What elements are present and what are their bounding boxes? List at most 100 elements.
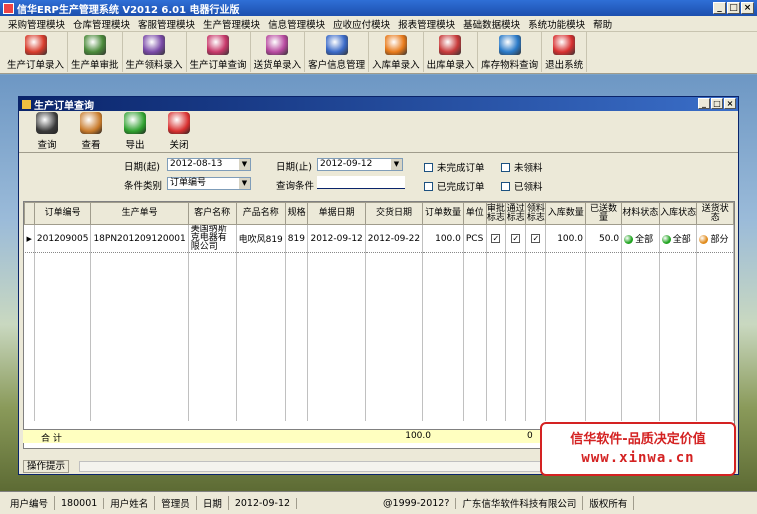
cell-customer[interactable]: 美国纳斯克电器有限公司 [188,224,237,253]
cell-in-qty[interactable]: 100.0 [545,224,586,253]
column-header[interactable]: 规格 [284,202,309,225]
menu-system[interactable]: 系统功能模块 [524,17,589,31]
date-start-picker[interactable]: 2012-08-13 ▼ [167,158,251,171]
empty-cell [422,252,464,421]
column-header[interactable]: 客户名称 [187,202,237,225]
finished-order-checkbox[interactable]: 已完成订单 [424,179,485,193]
date-end-picker[interactable]: 2012-09-12 ▼ [317,158,403,171]
toolbar-button-7[interactable]: 出库单录入 [424,32,479,72]
empty-cell [90,252,189,421]
rights: 版权所有 [583,496,635,510]
cell-passed[interactable]: ✓ [505,224,527,253]
menu-customer-service[interactable]: 客服管理模块 [134,17,199,31]
cell-qty[interactable]: 100.0 [422,224,464,253]
menu-help[interactable]: 帮助 [589,17,616,31]
empty-cell [659,252,698,421]
picked-checkbox[interactable]: 已领料 [501,179,543,193]
cell-doc-date[interactable]: 2012-09-12 [307,224,366,253]
menu-information[interactable]: 信息管理模块 [264,17,329,31]
status-dot-icon [661,235,671,244]
child-toolbar-button-label: 查询 [37,140,57,151]
column-header[interactable]: 通过标志 [505,202,527,225]
column-header[interactable]: 已送数量 [584,202,623,225]
cell-product[interactable]: 电吹风819 [236,224,286,253]
checkbox-checked-icon: ✓ [511,233,521,243]
finished-order-label: 已完成订单 [437,182,485,193]
maximize-button[interactable]: □ [727,2,740,14]
child-toolbar-button-2[interactable]: 导出 [113,111,157,152]
window-icon [22,99,31,109]
empty-grid-area [24,252,734,421]
cell-prod-no[interactable]: 18PN201209120001 [90,224,189,253]
toolbar-button-6[interactable]: 入库单录入 [369,32,424,72]
toolbar-button-1[interactable]: 生产单审批 [68,32,123,72]
toolbar-button-5[interactable]: 客户信息管理 [305,32,370,72]
toolbar-button-4[interactable]: 送货单录入 [251,32,306,72]
empty-cell [505,252,527,421]
toolbar-button-8[interactable]: 库存物料查询 [478,32,543,72]
column-header[interactable]: 单据日期 [307,202,366,225]
toolbar-button-3[interactable]: 生产订单查询 [187,32,251,72]
child-close-button[interactable]: × [724,98,736,109]
status-dot-icon [624,235,634,244]
unpicked-label: 未领料 [514,163,543,174]
magnifier-icon [36,112,58,134]
child-minimize-button[interactable]: _ [698,98,710,109]
cell-unit[interactable]: PCS [463,224,487,253]
child-toolbar-button-1[interactable]: 查看 [69,111,113,152]
table-row[interactable]: ▶ 201209005 18PN201209120001 美国纳斯克电器有限公司 电吹风… [24,224,734,253]
toolbar-button-2[interactable]: 生产领料录入 [123,32,187,72]
menu-receivable-payable[interactable]: 应收应付模块 [329,17,394,31]
query-condition-input[interactable] [317,176,405,189]
child-toolbar-button-3[interactable]: 关闭 [157,111,201,152]
column-header[interactable]: 订单编号 [33,202,92,225]
toolbar-button-0[interactable]: 生产订单录入 [4,32,69,72]
menu-warehouse[interactable]: 仓库管理模块 [69,17,134,31]
total-prefix: 0 [527,431,533,441]
company: 广东信华软件科技有限公司 [456,496,584,510]
column-header[interactable]: 材料状态 [621,202,660,225]
close-button[interactable]: × [741,2,754,14]
column-header[interactable]: 产品名称 [235,202,286,225]
cell-spec[interactable]: 819 [285,224,309,253]
column-header[interactable]: 单位 [462,202,487,225]
menu-reports[interactable]: 报表管理模块 [394,17,459,31]
toolbar-button-label: 生产领料录入 [125,60,183,71]
toolbar-button-9[interactable]: 退出系统 [542,32,588,72]
toolbar-button-label: 送货单录入 [253,60,302,71]
column-header[interactable]: 领料标志 [525,202,547,225]
order-grid: 订单编号 生产单号 客户名称 产品名称 规格 单据日期 交货日期 订单数量 单位 审批标志 通过标志… [23,201,735,449]
unfinished-order-checkbox[interactable]: 未完成订单 [424,160,485,174]
date-end-value: 2012-09-12 [320,159,373,169]
order-query-title: 生产订单查询 [34,100,94,112]
cell-picked[interactable]: ✓ [525,224,547,253]
total-qty: 100.0 [405,431,431,441]
condition-type-select[interactable]: 订单编号 ▼ [167,177,251,190]
cell-delivery-date[interactable]: 2012-09-22 [365,224,424,253]
column-header[interactable]: 交货日期 [364,202,424,225]
cell-sent-qty[interactable]: 50.0 [585,224,623,253]
window-controls: _ □ × [713,2,754,14]
cell-material-status[interactable]: 全部 [621,224,660,253]
cell-in-status[interactable]: 全部 [659,224,698,253]
cell-approved[interactable]: ✓ [486,224,507,253]
cell-order-no[interactable]: 201209005 [34,224,92,253]
column-header[interactable]: 审批标志 [485,202,507,225]
menu-basic-data[interactable]: 基础数据模块 [459,17,524,31]
user-no: 180001 [55,497,105,509]
column-header[interactable]: 生产单号 [90,202,189,225]
column-header[interactable]: 订单数量 [422,202,464,225]
stock-in-icon [384,35,407,55]
unpicked-checkbox[interactable]: 未领料 [501,160,543,174]
app-titlebar: 信华ERP生产管理系统 V2012 6.01 电器行业版 _ □ × [0,0,757,16]
row-indicator-header [24,202,35,225]
minimize-button[interactable]: _ [713,2,726,14]
child-maximize-button[interactable]: □ [711,98,723,109]
cell-delivery-status[interactable]: 部分 [696,224,734,253]
menu-purchase[interactable]: 采购管理模块 [4,17,69,31]
column-header[interactable]: 入库数量 [545,202,586,225]
child-toolbar-button-0[interactable]: 查询 [25,111,69,152]
column-header[interactable]: 送货状态 [696,202,734,225]
column-header[interactable]: 入库状态 [658,202,698,225]
menu-production[interactable]: 生产管理模块 [199,17,264,31]
